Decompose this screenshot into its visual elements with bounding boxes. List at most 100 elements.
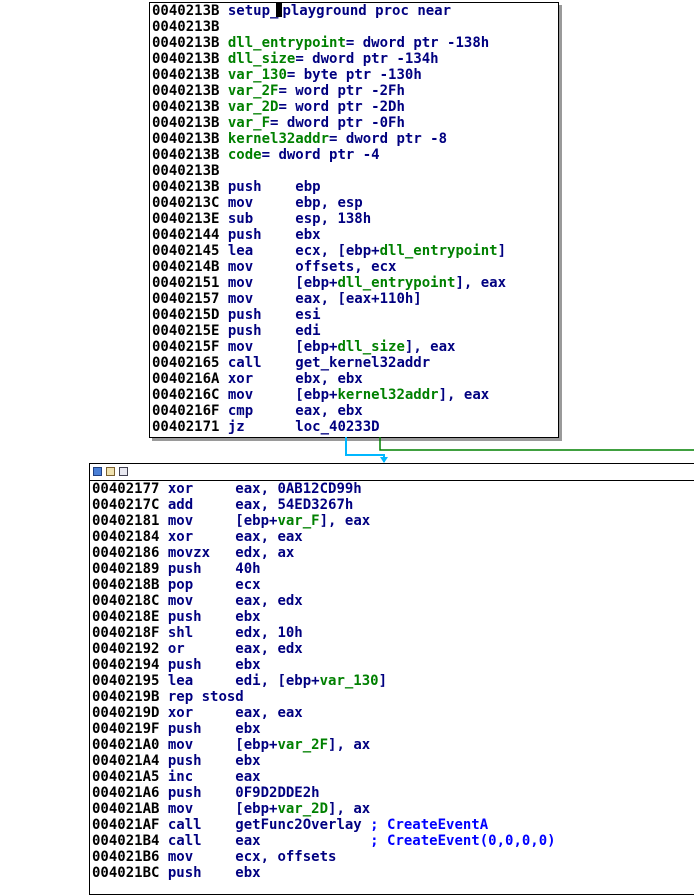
- code-line[interactable]: 004021A5 inc eax: [92, 769, 694, 785]
- code-lines: 0040213B setup_ playground proc near 00402…: [150, 3, 558, 435]
- code-block-fallthrough[interactable]: 00402177 xor eax, 0AB12CD99h 0040217C add…: [89, 463, 694, 895]
- code-line[interactable]: 0040213B var_2D= word ptr -2Dh: [152, 99, 558, 115]
- code-line[interactable]: 00402144 push ebx: [152, 227, 558, 243]
- code-line[interactable]: 00402171 jz loc_40233D: [152, 419, 558, 435]
- code-line[interactable]: 0040218F shl edx, 10h: [92, 625, 694, 641]
- instruction-text: mov eax, [eax+110h]: [219, 291, 422, 307]
- instruction-text: kernel32addr= dword ptr -8: [227, 131, 448, 147]
- code-line[interactable]: 00402195 lea edi, [ebp+var_130]: [92, 673, 694, 689]
- address-label: 0040213B: [152, 99, 220, 115]
- address-label: 0040213B: [152, 179, 220, 195]
- address-label: 00402144: [152, 227, 220, 243]
- address-label: 0040219D: [92, 705, 160, 721]
- code-line[interactable]: 00402181 mov [ebp+var_F], eax: [92, 513, 694, 529]
- code-line[interactable]: 004021A4 push ebx: [92, 753, 694, 769]
- address-label: 004021A4: [92, 753, 160, 769]
- address-label: 0040213B: [152, 51, 220, 67]
- code-line[interactable]: 00402192 or eax, edx: [92, 641, 694, 657]
- code-line[interactable]: 0040213B: [152, 19, 558, 35]
- code-line[interactable]: 00402151 mov [ebp+dll_entrypoint], eax: [152, 275, 558, 291]
- code-line[interactable]: 0040213B push ebp: [152, 179, 558, 195]
- code-line[interactable]: 0040213C mov ebp, esp: [152, 195, 558, 211]
- code-line[interactable]: 0040213B setup_ playground proc near: [152, 3, 558, 19]
- code-line[interactable]: 004021B6 mov ecx, offsets: [92, 849, 694, 865]
- address-label: 00402157: [152, 291, 220, 307]
- text-cursor: [276, 3, 283, 17]
- code-line[interactable]: 0040213B var_2F= word ptr -2Fh: [152, 83, 558, 99]
- code-line[interactable]: 0040213B dll_size= dword ptr -134h: [152, 51, 558, 67]
- instruction-text: mov [ebp+var_2F], ax: [159, 737, 371, 753]
- address-label: 0040217C: [92, 497, 160, 513]
- code-line[interactable]: 0040216F cmp eax, ebx: [152, 403, 558, 419]
- address-label: 004021AB: [92, 801, 160, 817]
- address-label: 00402177: [92, 481, 160, 497]
- instruction-text: mov [ebp+dll_size], eax: [219, 339, 456, 355]
- address-label: 0040213B: [152, 67, 220, 83]
- address-label: 0040213B: [152, 115, 220, 131]
- address-label: 0040219B: [92, 689, 160, 705]
- code-line[interactable]: 00402186 movzx edx, ax: [92, 545, 694, 561]
- code-line[interactable]: 0040215D push esi: [152, 307, 558, 323]
- instruction-text: var_2F= word ptr -2Fh: [227, 83, 405, 99]
- code-block-setup-playground[interactable]: 0040213B setup_ playground proc near 00402…: [149, 2, 559, 438]
- code-line[interactable]: 004021BC push ebx: [92, 865, 694, 881]
- address-label: 0040213B: [152, 19, 220, 35]
- code-line[interactable]: 0040219F push ebx: [92, 721, 694, 737]
- address-label: 00402195: [92, 673, 160, 689]
- instruction-text: lea edi, [ebp+var_130]: [159, 673, 388, 689]
- address-label: 0040213B: [152, 3, 220, 19]
- code-line[interactable]: 004021AF call getFunc2Overlay ; CreateEv…: [92, 817, 694, 833]
- code-line[interactable]: 0040216C mov [ebp+kernel32addr], eax: [152, 387, 558, 403]
- instruction-text: mov ebp, esp: [219, 195, 363, 211]
- code-line[interactable]: 00402184 xor eax, eax: [92, 529, 694, 545]
- address-label: 00402171: [152, 419, 220, 435]
- code-line[interactable]: 0040219D xor eax, eax: [92, 705, 694, 721]
- code-line[interactable]: 0040218C mov eax, edx: [92, 593, 694, 609]
- address-label: 0040213B: [152, 147, 220, 163]
- code-line[interactable]: 0040213B kernel32addr= dword ptr -8: [152, 131, 558, 147]
- code-line[interactable]: 0040218E push ebx: [92, 609, 694, 625]
- code-line[interactable]: 004021A0 mov [ebp+var_2F], ax: [92, 737, 694, 753]
- instruction-text: push ebx: [219, 227, 321, 243]
- instruction-text: shl edx, 10h: [159, 625, 303, 641]
- code-line[interactable]: 004021AB mov [ebp+var_2D], ax: [92, 801, 694, 817]
- fallthrough-edge: [345, 437, 385, 462]
- instruction-text: mov [ebp+var_F], eax: [159, 513, 371, 529]
- code-line[interactable]: 0040213E sub esp, 138h: [152, 211, 558, 227]
- code-line[interactable]: 00402157 mov eax, [eax+110h]: [152, 291, 558, 307]
- instruction-text: xor ebx, ebx: [219, 371, 363, 387]
- address-label: 00402181: [92, 513, 160, 529]
- code-line[interactable]: 00402145 lea ecx, [ebp+dll_entrypoint]: [152, 243, 558, 259]
- code-line[interactable]: 0040216A xor ebx, ebx: [152, 371, 558, 387]
- address-label: 0040215E: [152, 323, 220, 339]
- code-line[interactable]: 00402189 push 40h: [92, 561, 694, 577]
- code-line[interactable]: 00402194 push ebx: [92, 657, 694, 673]
- code-line[interactable]: 004021B4 call eax ; CreateEvent(0,0,0,0): [92, 833, 694, 849]
- address-label: 0040215D: [152, 307, 220, 323]
- code-line[interactable]: 004021A6 push 0F9D2DDE2h: [92, 785, 694, 801]
- code-line[interactable]: 0040215F mov [ebp+dll_size], eax: [152, 339, 558, 355]
- code-line[interactable]: 0040214B mov offsets, ecx: [152, 259, 558, 275]
- code-line[interactable]: 0040213B dll_entrypoint= dword ptr -138h: [152, 35, 558, 51]
- code-line[interactable]: 00402177 xor eax, 0AB12CD99h: [92, 481, 694, 497]
- address-label: 00402189: [92, 561, 160, 577]
- edit-icon[interactable]: [106, 467, 115, 476]
- instruction-text: var_130= byte ptr -130h: [227, 67, 422, 83]
- code-line[interactable]: 0040219B rep stosd: [92, 689, 694, 705]
- code-line[interactable]: 0040215E push edi: [152, 323, 558, 339]
- instruction-text: code= dword ptr -4: [227, 147, 380, 163]
- code-line[interactable]: 0040213B var_130= byte ptr -130h: [152, 67, 558, 83]
- instruction-text: sub esp, 138h: [219, 211, 372, 227]
- instruction-text: push ebx: [159, 753, 261, 769]
- code-line[interactable]: 0040213B var_F= dword ptr -0Fh: [152, 115, 558, 131]
- graph-view-icon[interactable]: [93, 467, 102, 476]
- code-line[interactable]: 0040217C add eax, 54ED3267h: [92, 497, 694, 513]
- address-label: 0040213B: [152, 35, 220, 51]
- address-label: 0040216A: [152, 371, 220, 387]
- code-line[interactable]: 00402165 call get_kernel32addr: [152, 355, 558, 371]
- code-line[interactable]: 0040213B code= dword ptr -4: [152, 147, 558, 163]
- comment-icon[interactable]: [119, 467, 128, 476]
- code-line[interactable]: 0040213B: [152, 163, 558, 179]
- instruction-text: push edi: [219, 323, 321, 339]
- code-line[interactable]: 0040218B pop ecx: [92, 577, 694, 593]
